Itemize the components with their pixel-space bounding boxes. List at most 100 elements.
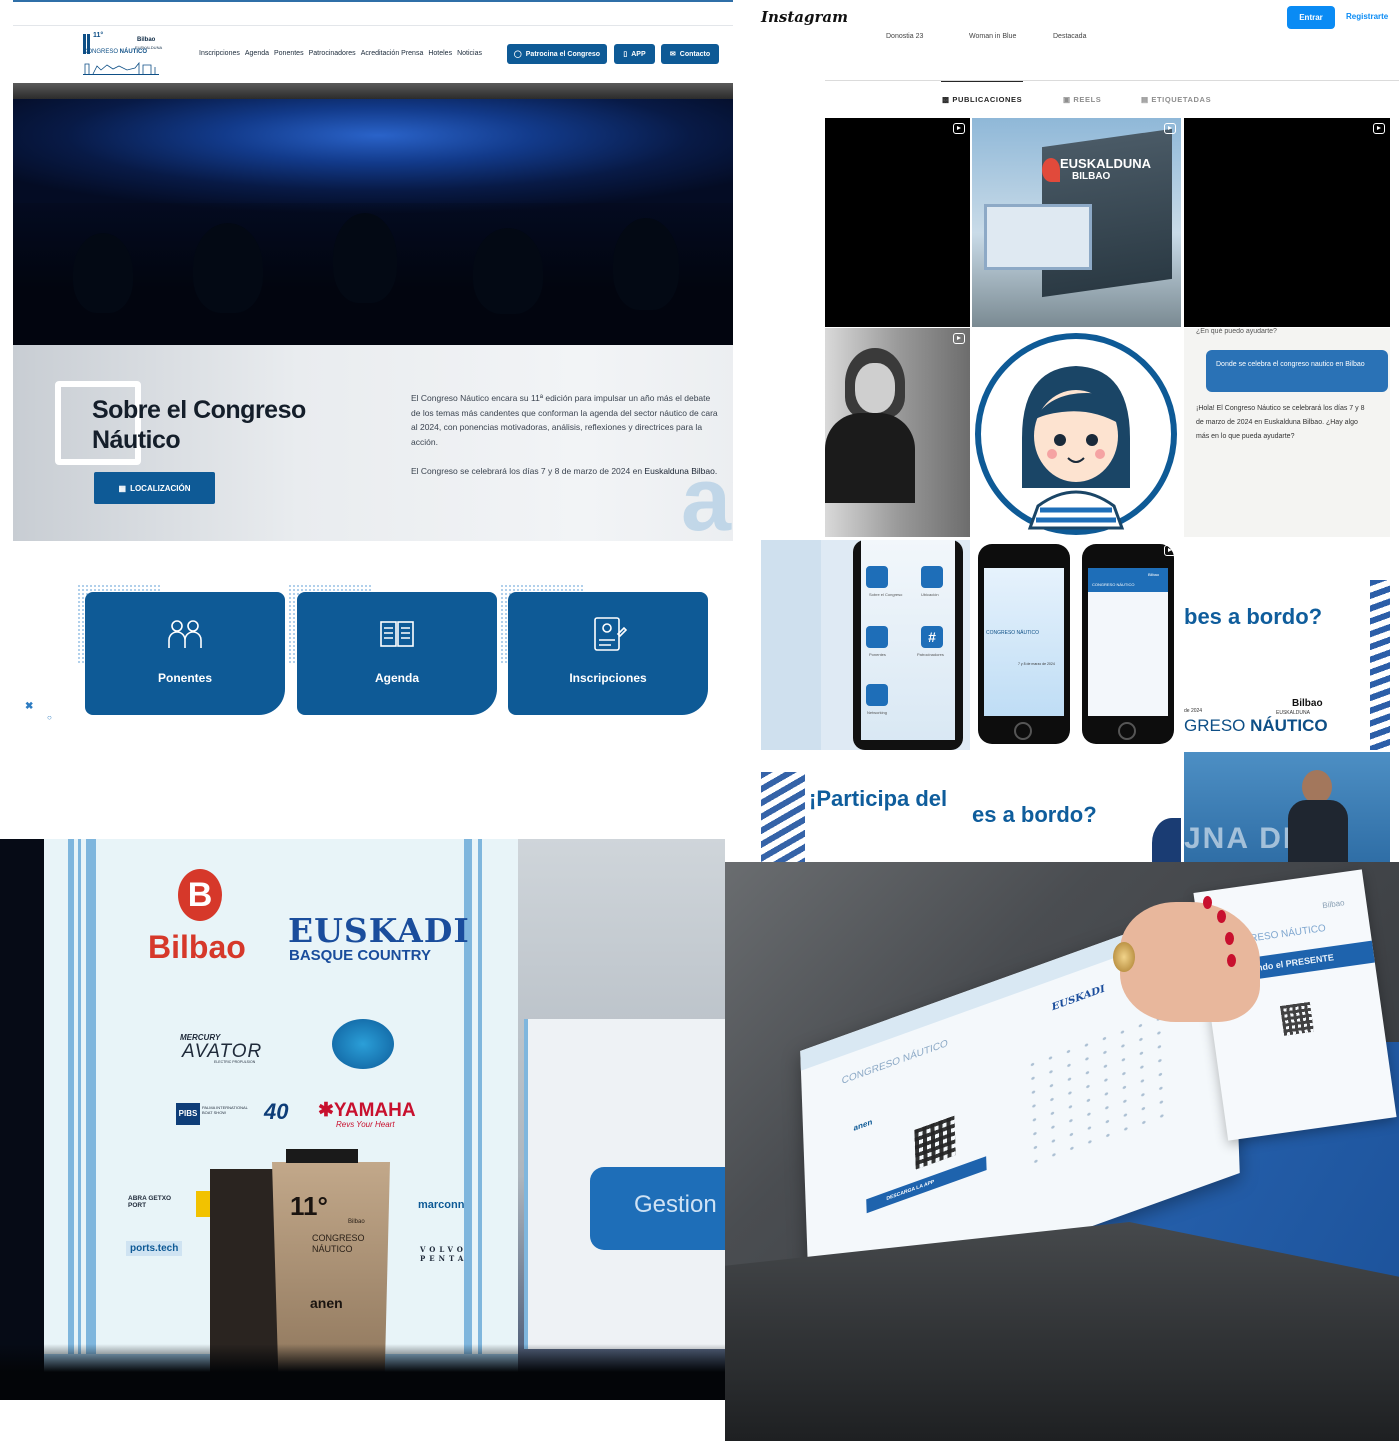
app-button[interactable]: ▯ APP [614,44,655,64]
mail-icon: ✉ [669,51,676,58]
app-menu-label: Sobre el Congreso [869,592,903,597]
promo-post[interactable]: bes a bordo? Bilbao EUSKALDUNA de 2024 G… [1184,540,1390,750]
registration-form-icon [594,617,628,651]
person-shoulder [1152,818,1181,862]
brochure-euskadi: EUSKADI [1051,983,1105,1014]
app-menu-label: Ubicación [921,592,939,597]
sponsor-button[interactable]: ◯ Patrocina el Congreso [507,44,607,64]
sponsor-logos [1023,1006,1177,1170]
tab-etiquetadas[interactable]: ▤ ETIQUETADAS [1141,95,1211,104]
striped-shirt [761,772,805,862]
podium-city: Bilbao [348,1219,365,1225]
app-screens-post[interactable]: CONGRESO NÁUTICO 7 y 8 de marzo de 2024 … [972,540,1181,750]
logo-name: CONGRESO NÁUTICO [83,49,148,55]
main-nav: Inscripciones Agenda Ponentes Patrocinad… [199,50,482,57]
register-link[interactable]: Registrarte [1346,12,1388,21]
post-tile[interactable] [825,328,970,537]
app-menu-label: Networking [867,710,888,715]
sponsor-ports-tech: ports.tech [126,1241,183,1256]
brochure-photo: CONGRESO NÁUTICO EUSKADI anen DESCARGA L… [725,862,1399,1441]
sponsor-marconn: marconn [418,1199,465,1211]
card-inscripciones[interactable]: Inscripciones [508,592,708,715]
card-agenda[interactable]: Agenda [297,592,497,715]
ocean-sponsor-logo [332,1019,394,1069]
hashtag-icon: # [921,626,943,648]
post-tile[interactable]: JNA DE [1184,752,1390,862]
nav-noticias[interactable]: Noticias [457,50,482,57]
brochure-org: anen [853,1117,873,1133]
promo-name: GRESO NÁUTICO [1184,716,1328,735]
nav-patrocinadores[interactable]: Patrocinadores [309,50,356,57]
reel-icon [1164,123,1176,134]
app-menu-label: Ponentes [869,652,886,657]
sponsor-volvo-penta: VOLVO PENTA [420,1245,468,1263]
building-icon: ▦ [118,483,127,493]
tab-reels[interactable]: ▣ REELS [1063,95,1101,104]
promo-city: Bilbao [1292,698,1323,709]
reel-icon [953,123,965,134]
speaker-body [1288,800,1348,862]
logo-edition: 11° [93,32,104,39]
avatar-illustration [975,333,1177,535]
microphone-icon [866,626,888,648]
post-tile[interactable] [825,118,970,327]
yamaha-tagline: Revs Your Heart [336,1120,395,1129]
profile-tabs: ▩ PUBLICACIONES ▣ REELS ▤ ETIQUETADAS [825,80,1399,116]
promo-text: bes a bordo? [1184,604,1323,629]
promo-year: de 2024 [1184,708,1203,714]
card-ponentes[interactable]: Ponentes [85,592,285,715]
post-tile[interactable]: EUSKALDUNA BILBAO [972,118,1181,327]
top-accent-line [13,0,825,2]
location-button[interactable]: ▦ LOCALIZACIÓN [94,472,215,504]
screen-banner: Gestion [590,1167,725,1250]
nav-hoteles[interactable]: Hoteles [428,50,452,57]
sponsor-avator-tag: ELECTRIC PROPULSION [214,1060,256,1064]
podium-name: CONGRESO NÁUTICO [312,1233,365,1254]
contact-button[interactable]: ✉ Contacto [661,44,719,64]
chatbot-post[interactable]: ¿En qué puedo ayudarte? Donde se celebra… [1184,328,1390,537]
person-face [855,363,895,413]
promo-text: ¡Participa del [809,786,948,811]
chat-prompt: ¿En qué puedo ayudarte? [1196,328,1277,335]
podium-org: anen [310,1295,343,1311]
pibs-40-anniversary: 40 [264,1099,289,1124]
post-tile[interactable] [1184,118,1390,327]
app-post[interactable]: # Sobre el Congreso Ubicación Ponentes P… [761,540,970,750]
euskadi-wordmark: EUSKADI [288,911,470,950]
collage: 11° Bilbao EUSKALDUNA CONGRESO NÁUTICO I… [0,0,1399,1441]
highlight-label[interactable]: Destacada [1053,33,1086,40]
splash-title: CONGRESO NÁUTICO [986,630,1040,636]
badge-city: Bilbao [1321,898,1346,911]
login-button[interactable]: Entrar [1287,6,1335,29]
sponsor-yamaha: ✱YAMAHA [318,1100,416,1121]
book-icon [380,621,414,647]
podium-laptop [286,1149,358,1163]
about-paragraph-2: El Congreso se celebrará los días 7 y 8 … [411,466,718,476]
highlight-label[interactable]: Woman in Blue [969,33,1016,40]
nav-ponentes[interactable]: Ponentes [274,50,304,57]
audience-foreground [0,1344,725,1400]
building-sign: EUSKALDUNA [1060,156,1151,171]
speakers-icon [168,620,202,648]
about-icon [866,566,888,588]
site-header: 11° Bilbao EUSKALDUNA CONGRESO NÁUTICO I… [13,25,825,83]
site-logo[interactable]: 11° Bilbao EUSKALDUNA CONGRESO NÁUTICO [83,32,163,78]
striped-shirt [1370,580,1390,750]
post-tile[interactable] [972,328,1181,537]
highlight-label[interactable]: Donostia 23 [886,33,923,40]
reel-icon [1164,545,1176,556]
promo-text: es a bordo? [972,802,1097,827]
nav-agenda[interactable]: Agenda [245,50,269,57]
instagram-header: Instagram Entrar Registrarte [733,0,1399,34]
app-header-title: CONGRESO NÁUTICO [1092,582,1135,587]
qr-code-icon [1280,1001,1314,1036]
instagram-logo[interactable]: Instagram [761,8,848,26]
nav-acreditacion-prensa[interactable]: Acreditación Prensa [361,50,424,57]
post-tile[interactable]: ¡Participa del [761,752,970,862]
bilbao-logo: B [178,869,222,921]
post-tile[interactable]: es a bordo? [972,752,1181,862]
hand [1120,902,1260,1022]
tab-publicaciones[interactable]: ▩ PUBLICACIONES [942,95,1022,104]
building-sign-city: BILBAO [1072,171,1111,182]
nav-inscripciones[interactable]: Inscripciones [199,50,240,57]
